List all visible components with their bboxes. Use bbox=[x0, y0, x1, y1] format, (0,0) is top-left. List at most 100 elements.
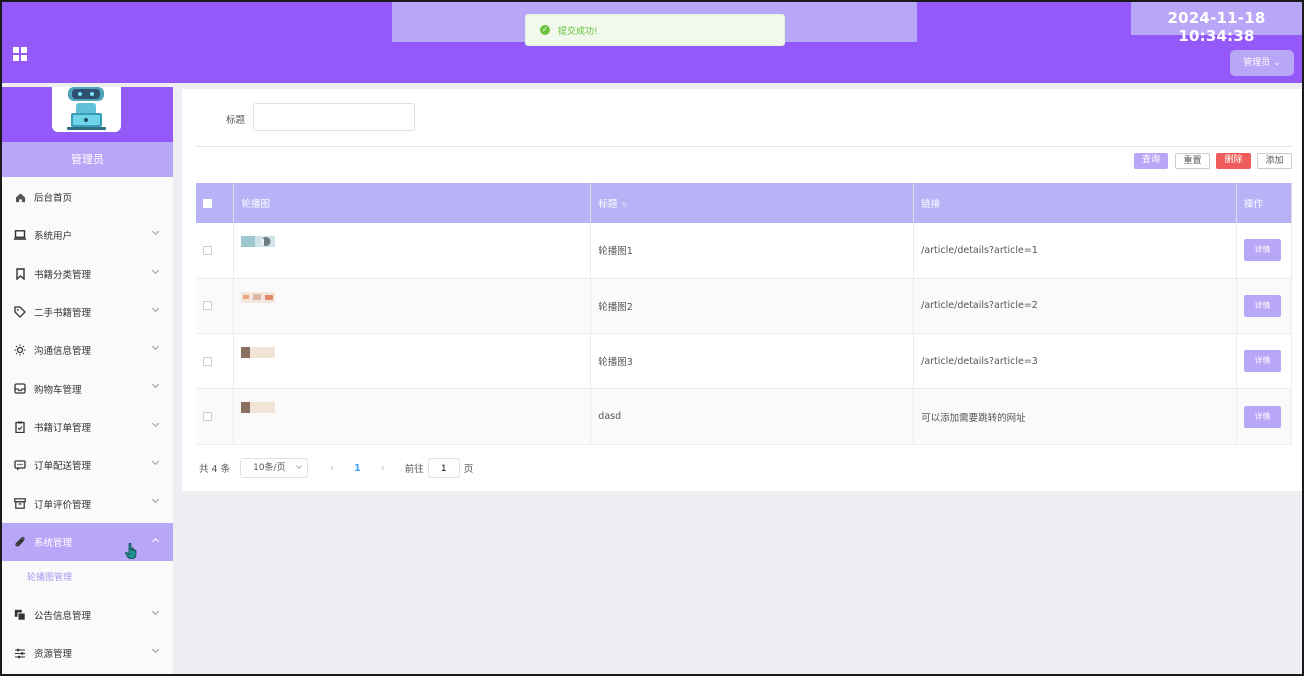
page-size-value: 10条/页 bbox=[253, 463, 286, 473]
chevron-down-icon bbox=[151, 496, 160, 504]
column-header-title-label: 标题 bbox=[598, 199, 618, 210]
sidebar-item-messages[interactable]: 沟通信息管理 bbox=[2, 331, 173, 369]
inbox-icon bbox=[14, 383, 26, 395]
search-title-input[interactable] bbox=[253, 103, 415, 131]
query-button[interactable]: 查询 bbox=[1134, 153, 1168, 169]
table-row: 轮播图1 /article/details?article=1 详情 bbox=[196, 223, 1293, 279]
sidebar-item-book-category[interactable]: 书籍分类管理 bbox=[2, 255, 173, 293]
sidebar-item-label: 订单配送管理 bbox=[34, 461, 92, 473]
carousel-table: 轮播图 标题 ⇅ 链接 操作 轮播图1 /article/details?arti… bbox=[196, 183, 1293, 445]
sidebar-item-system-users[interactable]: 系统用户 bbox=[2, 216, 173, 254]
delete-button[interactable]: 删除 bbox=[1216, 153, 1251, 169]
detail-button[interactable]: 详情 bbox=[1243, 294, 1281, 317]
title-cell: 轮播图2 bbox=[590, 278, 915, 335]
tag-icon bbox=[14, 306, 26, 318]
page-number-current[interactable]: 1 bbox=[354, 463, 361, 474]
app-frame: 2024-11-18 10:34:38 管理员 ⌄ ✓ 提交成功! 管理员 后台… bbox=[2, 2, 1302, 674]
detail-button[interactable]: 详情 bbox=[1243, 405, 1281, 428]
chevron-down-icon bbox=[151, 458, 160, 466]
column-header-image: 轮播图 bbox=[233, 183, 592, 223]
sidebar-item-home[interactable]: 后台首页 bbox=[2, 178, 173, 216]
clock: 2024-11-18 10:34:38 bbox=[1167, 9, 1266, 45]
detail-button[interactable]: 详情 bbox=[1243, 239, 1281, 262]
sidebar-item-announcements[interactable]: 公告信息管理 bbox=[2, 596, 173, 634]
select-all-checkbox[interactable] bbox=[203, 198, 212, 208]
bookmark-icon bbox=[14, 268, 26, 280]
chevron-down-icon: ⌄ bbox=[1273, 58, 1281, 68]
goto-prefix: 前往 bbox=[404, 464, 424, 475]
link-cell: /article/details?article=3 bbox=[913, 333, 1237, 390]
row-select-cell bbox=[196, 388, 235, 445]
column-header-title[interactable]: 标题 ⇅ bbox=[590, 183, 915, 223]
sidebar-subitem-carousel[interactable]: 轮播图管理 bbox=[2, 560, 173, 596]
column-header-action: 操作 bbox=[1236, 183, 1293, 223]
archive-icon bbox=[14, 498, 26, 510]
robot-avatar-image bbox=[67, 87, 106, 130]
title-cell: 轮播图1 bbox=[590, 223, 915, 279]
sun-icon bbox=[14, 344, 26, 356]
row-checkbox[interactable] bbox=[203, 301, 212, 311]
goto-page-input[interactable] bbox=[427, 458, 460, 478]
title-cell: 轮播图3 bbox=[590, 333, 915, 390]
sidebar-item-used-books[interactable]: 二手书籍管理 bbox=[2, 293, 173, 331]
search-title-label: 标题 bbox=[226, 115, 246, 126]
row-checkbox[interactable] bbox=[203, 356, 212, 366]
sidebar-item-label: 资源管理 bbox=[34, 649, 73, 661]
page-size-select[interactable]: 10条/页 bbox=[240, 458, 309, 478]
toast-message: 提交成功! bbox=[558, 26, 598, 37]
action-cell: 详情 bbox=[1236, 278, 1293, 335]
sort-icon[interactable]: ⇅ bbox=[621, 201, 627, 209]
sidebar-item-label: 系统管理 bbox=[34, 537, 73, 549]
sidebar-header bbox=[2, 87, 173, 142]
title-cell: dasd bbox=[590, 388, 915, 445]
sidebar-item-book-orders[interactable]: 书籍订单管理 bbox=[2, 408, 173, 446]
select-all-cell bbox=[196, 183, 235, 223]
carousel-thumbnail bbox=[241, 402, 276, 414]
action-cell: 详情 bbox=[1236, 333, 1293, 390]
carousel-thumbnail bbox=[241, 347, 276, 359]
pagination-total: 共 4 条 bbox=[199, 464, 231, 475]
reset-button[interactable]: 重置 bbox=[1175, 153, 1210, 169]
grid-icon[interactable] bbox=[13, 47, 27, 61]
row-checkbox[interactable] bbox=[203, 412, 212, 422]
action-cell: 详情 bbox=[1236, 223, 1293, 279]
chevron-down-icon bbox=[151, 304, 160, 312]
main-panel: 标题 查询 重置 删除 添加 轮播图 标题 ⇅ 链接 操作 轮播图1 /arti… bbox=[182, 89, 1302, 491]
sidebar-item-delivery[interactable]: 订单配送管理 bbox=[2, 446, 173, 484]
row-select-cell bbox=[196, 333, 235, 390]
row-checkbox[interactable] bbox=[203, 245, 212, 255]
chevron-down-icon bbox=[151, 646, 160, 654]
sidebar-item-label: 沟通信息管理 bbox=[34, 346, 92, 358]
chevron-down-icon bbox=[151, 381, 160, 389]
sidebar: 管理员 后台首页 系统用户 书籍分类管理 二手书籍管理 沟通信息管理 购物车管理… bbox=[2, 87, 173, 674]
prev-page-button[interactable]: ‹ bbox=[326, 463, 338, 474]
chevron-down-icon bbox=[296, 463, 302, 469]
avatar bbox=[52, 87, 121, 132]
add-button[interactable]: 添加 bbox=[1257, 153, 1292, 169]
check-circle-icon: ✓ bbox=[540, 25, 550, 35]
sidebar-item-cart[interactable]: 购物车管理 bbox=[2, 369, 173, 407]
sidebar-item-resources[interactable]: 资源管理 bbox=[2, 634, 173, 672]
image-cell bbox=[233, 388, 592, 445]
sidebar-item-label: 购物车管理 bbox=[34, 384, 82, 396]
detail-button[interactable]: 详情 bbox=[1243, 350, 1281, 373]
clipboard-icon bbox=[14, 421, 26, 433]
image-cell bbox=[233, 333, 592, 390]
sidebar-item-label: 订单评价管理 bbox=[34, 499, 92, 511]
image-cell bbox=[233, 223, 592, 279]
link-cell: /article/details?article=1 bbox=[913, 223, 1237, 279]
row-select-cell bbox=[196, 223, 235, 279]
sidebar-item-reviews[interactable]: 订单评价管理 bbox=[2, 484, 173, 522]
home-icon bbox=[14, 191, 26, 203]
user-menu-label: 管理员 bbox=[1243, 58, 1271, 68]
sliders-icon bbox=[14, 647, 26, 659]
chevron-down-icon bbox=[151, 343, 160, 351]
next-page-button[interactable]: › bbox=[377, 463, 389, 474]
laptop-icon bbox=[14, 229, 26, 241]
sidebar-item-system-management[interactable]: 系统管理 bbox=[2, 522, 173, 561]
chevron-down-icon bbox=[151, 228, 160, 236]
chevron-down-icon bbox=[151, 607, 160, 616]
paperclip-icon bbox=[14, 536, 26, 548]
user-menu-button[interactable]: 管理员 ⌄ bbox=[1230, 50, 1294, 76]
sidebar-item-label: 后台首页 bbox=[34, 193, 73, 205]
